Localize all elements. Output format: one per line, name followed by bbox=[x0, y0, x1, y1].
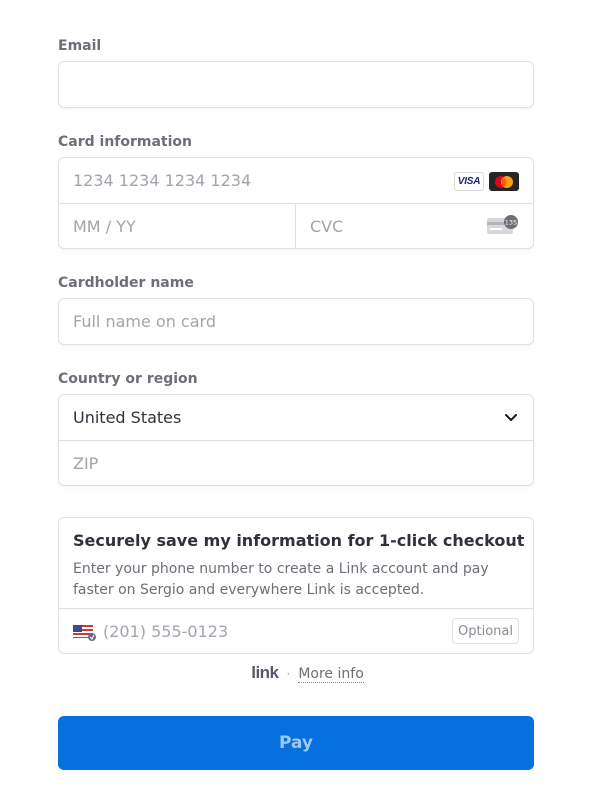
cardholder-name-label: Cardholder name bbox=[58, 275, 194, 291]
optional-badge: Optional bbox=[452, 618, 519, 644]
phone-input[interactable]: (201) 555-0123 bbox=[103, 622, 228, 641]
email-value bbox=[59, 62, 533, 107]
link-save-title: Securely save my information for 1-click… bbox=[73, 531, 525, 550]
chevron-down-icon[interactable] bbox=[503, 409, 519, 429]
link-logo: link bbox=[251, 663, 279, 682]
link-footer: link · More info bbox=[0, 663, 615, 683]
link-save-box: Securely save my information for 1-click… bbox=[58, 517, 534, 654]
card-information-group: 1234 1234 1234 1234 VISA MM / YY CVC 135 bbox=[58, 157, 534, 249]
cvc-card-icon: 135 bbox=[487, 215, 519, 239]
country-group: United States ZIP bbox=[58, 394, 534, 486]
more-info-link[interactable]: More info bbox=[298, 666, 364, 683]
country-label: Country or region bbox=[58, 371, 198, 387]
card-information-label: Card information bbox=[58, 134, 193, 150]
cardholder-name-placeholder: Full name on card bbox=[73, 312, 216, 331]
us-flag-icon[interactable] bbox=[73, 624, 97, 646]
email-field[interactable] bbox=[58, 61, 534, 108]
cardholder-name-field[interactable]: Full name on card bbox=[58, 298, 534, 345]
pay-button[interactable]: Pay bbox=[58, 716, 534, 770]
mastercard-icon bbox=[489, 172, 519, 191]
link-save-description: Enter your phone number to create a Link… bbox=[73, 561, 489, 598]
expiry-input[interactable]: MM / YY bbox=[59, 204, 295, 249]
zip-input[interactable]: ZIP bbox=[59, 441, 533, 486]
separator-dot: · bbox=[286, 667, 291, 681]
visa-icon: VISA bbox=[454, 172, 484, 191]
email-label: Email bbox=[58, 38, 102, 54]
cvc-icon-number: 135 bbox=[505, 219, 517, 227]
country-select[interactable]: United States bbox=[59, 395, 533, 440]
phone-field[interactable]: (201) 555-0123 Optional bbox=[59, 608, 533, 654]
